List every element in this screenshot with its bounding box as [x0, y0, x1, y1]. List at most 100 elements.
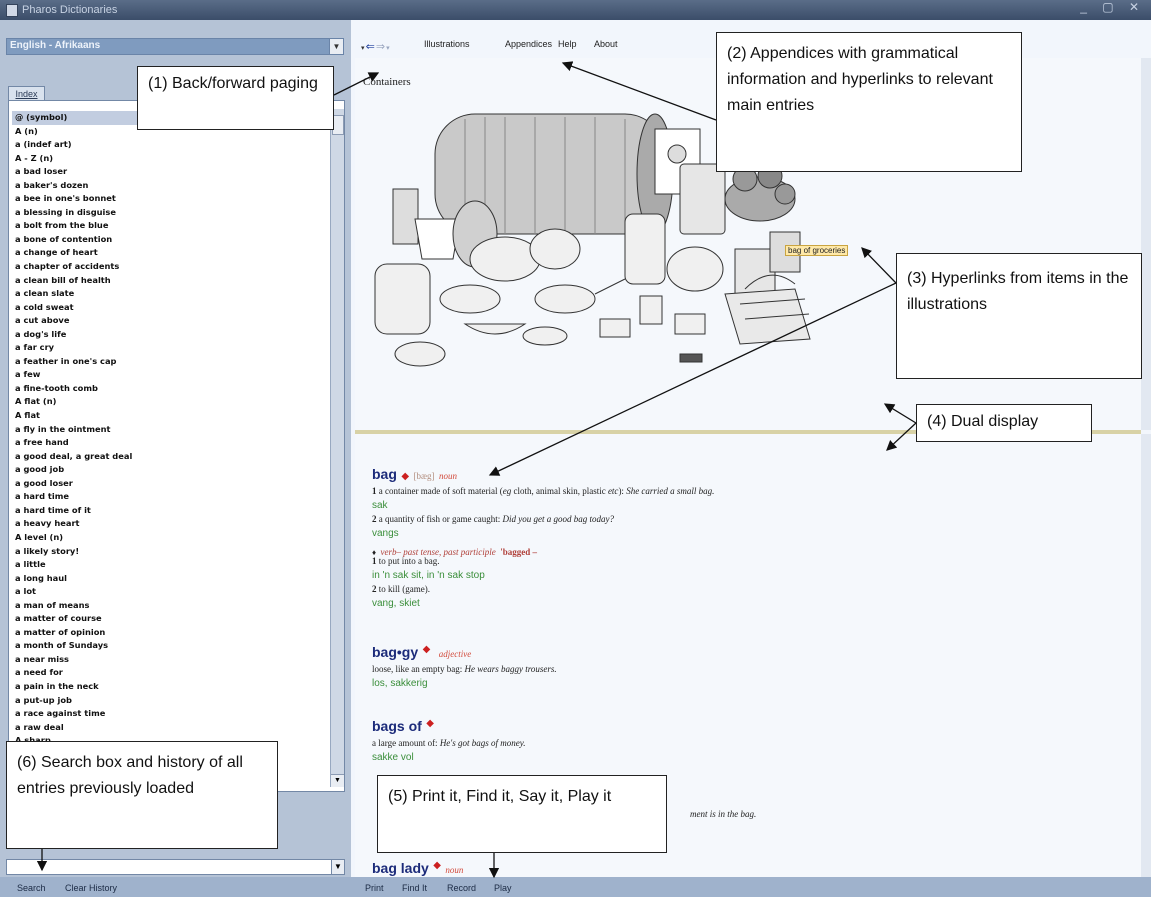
- list-item[interactable]: a clean slate: [12, 287, 328, 301]
- list-item[interactable]: a far cry: [12, 341, 328, 355]
- callout-appendices: (2) Appendices with grammatical informat…: [716, 32, 1022, 172]
- list-item[interactable]: a matter of opinion: [12, 626, 328, 640]
- list-item[interactable]: a good job: [12, 463, 328, 477]
- speaker-icon[interactable]: ◆: [401, 471, 409, 482]
- list-item[interactable]: a matter of course: [12, 612, 328, 626]
- example: Did you get a good bag today?: [502, 514, 614, 524]
- list-item[interactable]: a good loser: [12, 477, 328, 491]
- list-item[interactable]: a put-up job: [12, 694, 328, 708]
- illustrations-menu[interactable]: Illustrations: [424, 39, 470, 49]
- list-item[interactable]: A flat: [12, 409, 328, 423]
- illustration-scrollbar[interactable]: [1141, 58, 1151, 430]
- list-item[interactable]: a clean bill of health: [12, 274, 328, 288]
- translation[interactable]: vangs: [372, 528, 399, 539]
- list-item[interactable]: a feather in one's cap: [12, 355, 328, 369]
- list-item[interactable]: a near miss: [12, 653, 328, 667]
- list-item[interactable]: a baker's dozen: [12, 179, 328, 193]
- definition: a container made of soft material (: [378, 486, 503, 496]
- tab-index[interactable]: Index: [8, 86, 45, 101]
- list-item[interactable]: a bolt from the blue: [12, 219, 328, 233]
- history-dropdown-icon[interactable]: ▼: [331, 860, 344, 874]
- list-item[interactable]: a (indef art): [12, 138, 328, 152]
- entry-list[interactable]: @ (symbol) A (n) a (indef art) A - Z (n) a b…: [12, 111, 328, 783]
- callout-search-history: (6) Search box and history of all entrie…: [6, 741, 278, 849]
- appendices-menu[interactable]: Appendices: [505, 39, 552, 49]
- sense-number: 2: [372, 514, 377, 524]
- list-item[interactable]: a man of means: [12, 599, 328, 613]
- search-button[interactable]: Search: [17, 883, 46, 893]
- sense-number: 1: [372, 486, 377, 496]
- list-item[interactable]: a race against time: [12, 707, 328, 721]
- sense-number: 1: [372, 556, 377, 566]
- part-of-speech: noun: [438, 471, 457, 481]
- list-item[interactable]: a raw deal: [12, 721, 328, 735]
- search-box[interactable]: ▼: [6, 859, 345, 877]
- list-item[interactable]: a good deal, a great deal: [12, 450, 328, 464]
- callout-hyperlinks: (3) Hyperlinks from items in the illustr…: [896, 253, 1142, 379]
- list-item[interactable]: a heavy heart: [12, 517, 328, 531]
- list-item[interactable]: a blessing in disguise: [12, 206, 328, 220]
- list-item[interactable]: a free hand: [12, 436, 328, 450]
- print-button[interactable]: Print: [365, 883, 384, 893]
- translation[interactable]: vang, skiet: [372, 598, 420, 609]
- sense-number: 2: [372, 584, 377, 594]
- list-item[interactable]: a fine-tooth comb: [12, 382, 328, 396]
- record-button[interactable]: Record: [447, 883, 476, 893]
- list-item[interactable]: a lot: [12, 585, 328, 599]
- list-item[interactable]: a bad loser: [12, 165, 328, 179]
- list-item[interactable]: a chapter of accidents: [12, 260, 328, 274]
- find-it-button[interactable]: Find It: [402, 883, 427, 893]
- window-controls[interactable]: _ ▢ ✕: [1080, 0, 1145, 14]
- definition: to kill (game).: [378, 584, 430, 594]
- language-select[interactable]: English - Afrikaans ▼: [6, 38, 344, 55]
- list-item[interactable]: A level (n): [12, 531, 328, 545]
- definition: a quantity of fish or game caught:: [378, 514, 503, 524]
- list-item[interactable]: A flat (n): [12, 395, 328, 409]
- list-item[interactable]: a few: [12, 368, 328, 382]
- list-item[interactable]: a bone of contention: [12, 233, 328, 247]
- app-icon: [6, 4, 18, 17]
- list-item[interactable]: a fly in the ointment: [12, 423, 328, 437]
- example: He wears baggy trousers.: [464, 664, 557, 674]
- speaker-icon[interactable]: ◆: [433, 860, 441, 871]
- definition: loose, like an empty bag:: [372, 664, 465, 674]
- list-item[interactable]: a cut above: [12, 314, 328, 328]
- definition: to put into a bag.: [378, 556, 440, 566]
- list-item[interactable]: a little: [12, 558, 328, 572]
- window-title: Pharos Dictionaries: [22, 4, 118, 16]
- part-of-speech: adjective: [438, 649, 472, 659]
- scroll-down-icon[interactable]: ▼: [331, 774, 344, 787]
- entry-scrollbar[interactable]: [1141, 434, 1151, 877]
- help-menu[interactable]: Help: [558, 39, 577, 49]
- list-item[interactable]: a hard time: [12, 490, 328, 504]
- example: ment is in the bag.: [690, 809, 757, 819]
- list-item[interactable]: a bee in one's bonnet: [12, 192, 328, 206]
- example: He's got bags of money.: [439, 738, 526, 748]
- play-button[interactable]: Play: [494, 883, 512, 893]
- translation[interactable]: in 'n sak sit, in 'n sak stop: [372, 570, 485, 581]
- translation[interactable]: sakke vol: [372, 752, 414, 763]
- translation[interactable]: los, sakkerig: [372, 678, 428, 689]
- list-item[interactable]: a likely story!: [12, 545, 328, 559]
- speaker-icon[interactable]: ◆: [426, 718, 434, 729]
- translation[interactable]: sak: [372, 500, 388, 511]
- chevron-down-icon[interactable]: ▼: [329, 39, 343, 54]
- list-item[interactable]: a need for: [12, 666, 328, 680]
- list-item[interactable]: a month of Sundays: [12, 639, 328, 653]
- headword-bag-lady: bag lady: [372, 860, 429, 876]
- list-item[interactable]: a pain in the neck: [12, 680, 328, 694]
- search-input[interactable]: [7, 863, 331, 877]
- headword-bags-of: bags of: [372, 718, 422, 734]
- list-item[interactable]: a cold sweat: [12, 301, 328, 315]
- about-menu[interactable]: About: [594, 39, 618, 49]
- callout-back-forward: (1) Back/forward paging: [137, 66, 334, 130]
- list-item[interactable]: a long haul: [12, 572, 328, 586]
- clear-history-button[interactable]: Clear History: [65, 883, 117, 893]
- speaker-icon[interactable]: ◆: [423, 644, 431, 655]
- list-item[interactable]: a change of heart: [12, 246, 328, 260]
- index-scrollbar[interactable]: ▼: [330, 109, 344, 787]
- list-item[interactable]: a dog's life: [12, 328, 328, 342]
- list-item[interactable]: a hard time of it: [12, 504, 328, 518]
- headword-bag: bag: [372, 466, 397, 482]
- list-item[interactable]: A - Z (n): [12, 152, 328, 166]
